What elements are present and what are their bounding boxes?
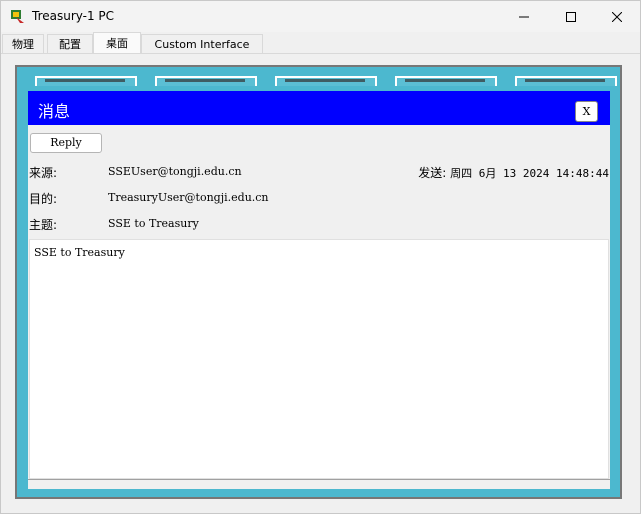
tab-desktop[interactable]: 桌面	[93, 32, 141, 54]
subject-label: 主题:	[29, 218, 58, 232]
close-window-button[interactable]	[594, 1, 640, 32]
subject-value: SSE to Treasury	[108, 217, 199, 230]
from-value: SSEUser@tongji.edu.cn	[108, 165, 242, 178]
desktop-app-icon[interactable]	[395, 76, 497, 86]
message-header: 消息 X	[28, 91, 610, 125]
tab-config[interactable]: 配置	[47, 34, 93, 54]
close-icon	[612, 11, 622, 22]
to-value: TreasuryUser@tongji.edu.cn	[108, 191, 269, 204]
tab-physical[interactable]: 物理	[2, 34, 44, 54]
minimize-button[interactable]	[501, 1, 547, 32]
app-window: Treasury-1 PC 物理 配置 桌面 Custom Interface …	[0, 0, 641, 514]
reply-button[interactable]: Reply	[30, 133, 102, 153]
message-body[interactable]: SSE to Treasury	[29, 239, 609, 479]
maximize-button[interactable]	[548, 1, 594, 32]
title-bar[interactable]: Treasury-1 PC	[1, 1, 640, 32]
window-title: Treasury-1 PC	[32, 9, 115, 23]
tab-strip: 物理 配置 桌面 Custom Interface	[1, 32, 640, 54]
desktop-app-icon[interactable]	[35, 76, 137, 86]
sent-field: 发送: 周四 6月 13 2024 14:48:44	[418, 164, 609, 181]
minimize-icon	[519, 16, 529, 17]
sent-value: 周四 6月 13 2024 14:48:44	[450, 167, 609, 180]
message-title: 消息	[38, 102, 71, 121]
desktop-app-icon[interactable]	[155, 76, 257, 86]
tab-divider	[1, 53, 640, 54]
to-label: 目的:	[29, 192, 58, 206]
packet-tracer-app-icon	[11, 10, 24, 23]
maximize-icon	[566, 11, 576, 22]
dialog-bottom-divider	[28, 479, 610, 480]
message-body-text: SSE to Treasury	[34, 246, 125, 259]
tab-custom-interface[interactable]: Custom Interface	[141, 34, 263, 54]
from-label: 来源:	[29, 166, 58, 180]
message-dialog: 消息 X Reply 来源: SSEUser@tongji.edu.cn 发送:…	[28, 91, 610, 489]
desktop-app-icon[interactable]	[275, 76, 377, 86]
desktop-app-icon[interactable]	[515, 76, 617, 86]
close-message-button[interactable]: X	[575, 101, 598, 122]
sent-label: 发送:	[418, 166, 447, 180]
